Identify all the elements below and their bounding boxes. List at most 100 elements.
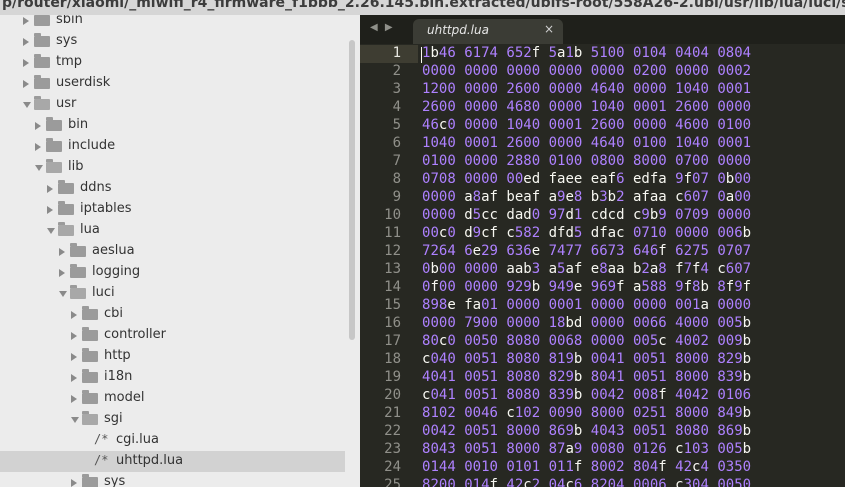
chevron-right-icon[interactable] xyxy=(47,206,53,214)
line-number: 10 xyxy=(384,207,401,223)
tree-folder-item[interactable]: sys xyxy=(0,31,348,52)
chevron-right-icon[interactable] xyxy=(71,479,77,487)
tree-file-item[interactable]: /* uhttpd.lua xyxy=(0,451,345,472)
line-number-gutter: 1 2 3 4 5 6 7 8 9 10 11 12 13 14 15 16 17 18 19 20 21 22 23 24 2… xyxy=(360,44,418,487)
tree-folder-item[interactable]: sbin xyxy=(0,15,348,31)
code-line[interactable]: 2600 0000 4680 0000 1040 0001 2600 0000 xyxy=(422,99,751,115)
code-line[interactable]: 0000 0000 0000 0000 0000 0200 0000 0002 xyxy=(422,63,751,79)
tree-folder-item[interactable]: iptables xyxy=(0,199,348,220)
code-line[interactable]: 8043 0051 8000 87a9 0080 0126 c103 005b xyxy=(422,441,751,457)
chevron-down-icon[interactable] xyxy=(71,417,79,423)
tree-item-label: usr xyxy=(56,96,77,111)
tree-folder-item[interactable]: sys xyxy=(0,472,348,487)
code-line[interactable]: 1040 0001 2600 0000 4640 0100 1040 0001 xyxy=(422,135,751,151)
chevron-down-icon[interactable] xyxy=(35,165,43,171)
line-number: 14 xyxy=(384,279,401,295)
close-icon[interactable]: × xyxy=(544,22,554,36)
chevron-right-icon[interactable] xyxy=(23,80,29,88)
folder-open-icon xyxy=(70,285,86,299)
tree-folder-item[interactable]: include xyxy=(0,136,348,157)
line-number: 22 xyxy=(384,423,401,439)
code-line[interactable]: 00c0 d9cf c582 dfd5 dfac 0710 0000 006b xyxy=(422,225,751,241)
chevron-right-icon[interactable] xyxy=(23,17,29,25)
text-cursor xyxy=(421,47,422,63)
chevron-right-icon[interactable] xyxy=(23,38,29,46)
line-number: 7 xyxy=(392,153,401,169)
tree-item-label: bin xyxy=(68,117,89,132)
tree-folder-item[interactable]: tmp xyxy=(0,52,348,73)
code-line[interactable]: c041 0051 8080 839b 0042 008f 4042 0106 xyxy=(422,387,751,403)
chevron-right-icon[interactable] xyxy=(71,311,77,319)
code-line[interactable]: 0144 0010 0101 011f 8002 804f 42c4 0350 xyxy=(422,459,751,475)
tree-item-label: tmp xyxy=(56,54,83,69)
code-line[interactable]: 0708 0000 00ed faee eaf6 edfa 9f07 0b00 xyxy=(422,171,751,187)
chevron-right-icon[interactable] xyxy=(23,59,29,67)
code-line[interactable]: 0042 0051 8000 869b 4043 0051 8080 869b xyxy=(422,423,751,439)
tree-folder-item[interactable]: http xyxy=(0,346,348,367)
tree-folder-item[interactable]: model xyxy=(0,388,348,409)
tree-item-label: i18n xyxy=(104,369,133,384)
folder-icon xyxy=(82,306,98,320)
code-line[interactable]: 0f00 0000 929b 949e 969f a588 9f8b 8f9f xyxy=(422,279,751,295)
tab-nav-arrows[interactable]: ◀ ▶ xyxy=(370,22,395,33)
chevron-down-icon[interactable] xyxy=(47,228,55,234)
tree-folder-item[interactable]: logging xyxy=(0,262,348,283)
chevron-right-icon[interactable] xyxy=(71,332,77,340)
code-editor[interactable]: 1 2 3 4 5 6 7 8 9 10 11 12 13 14 15 16 17 18 19 20 21 22 23 24 2… xyxy=(360,44,845,487)
tree-folder-item[interactable]: sgi xyxy=(0,409,348,430)
code-line[interactable]: 0000 d5cc dad0 97d1 cdcd c9b9 0709 0000 xyxy=(422,207,751,223)
tree-item-label: lib xyxy=(68,159,84,174)
tree-folder-item[interactable]: cbi xyxy=(0,304,348,325)
tree-item-label: cbi xyxy=(104,306,124,321)
tree-folder-item[interactable]: luci xyxy=(0,283,348,304)
code-line[interactable]: 0100 0000 2880 0100 0800 8000 0700 0000 xyxy=(422,153,751,169)
tab-uhttpd-lua[interactable]: uhttpd.lua × xyxy=(413,19,563,44)
chevron-right-icon[interactable] xyxy=(71,374,77,382)
code-line[interactable]: 1200 0000 2600 0000 4640 0000 1040 0001 xyxy=(422,81,751,97)
tree-file-item[interactable]: /* cgi.lua xyxy=(0,430,348,451)
line-number: 18 xyxy=(384,351,401,367)
code-line[interactable]: 80c0 0050 8080 0068 0000 005c 4002 009b xyxy=(422,333,751,349)
tree-folder-item[interactable]: userdisk xyxy=(0,73,348,94)
sidebar-scrollbar[interactable] xyxy=(349,40,355,340)
code-line[interactable]: 8102 0046 c102 0090 8000 0251 8000 849b xyxy=(422,405,751,421)
chevron-right-icon[interactable] xyxy=(71,353,77,361)
chevron-right-icon[interactable] xyxy=(35,143,41,151)
code-line[interactable]: 1b46 6174 652f 5a1b 5100 0104 0404 0804 xyxy=(422,45,751,61)
folder-icon xyxy=(82,474,98,487)
code-line[interactable]: 898e fa01 0000 0001 0000 0000 001a 0000 xyxy=(422,297,751,313)
chevron-right-icon[interactable] xyxy=(71,395,77,403)
tree-item-label: include xyxy=(68,138,116,153)
tree-item-label: cgi.lua xyxy=(116,432,159,447)
code-line[interactable]: 46c0 0000 1040 0001 2600 0000 4600 0100 xyxy=(422,117,751,133)
sidebar-file-tree[interactable]: sbin sys tmp userdisk usr bin include lib ddns ip… xyxy=(0,15,360,487)
chevron-right-icon[interactable] xyxy=(35,122,41,130)
chevron-right-icon[interactable] xyxy=(59,248,65,256)
tree-item-label: ddns xyxy=(80,180,112,195)
window-title-bar: p/router/xiaomi/_miwifi_r4_firmware_f1bb… xyxy=(0,0,845,15)
tree-folder-item[interactable]: usr xyxy=(0,94,348,115)
tree-folder-item[interactable]: aeslua xyxy=(0,241,348,262)
tree-folder-item[interactable]: i18n xyxy=(0,367,348,388)
tree-folder-item[interactable]: controller xyxy=(0,325,348,346)
tree-folder-item[interactable]: bin xyxy=(0,115,348,136)
chevron-down-icon[interactable] xyxy=(59,291,67,297)
window-title-path: p/router/xiaomi/_miwifi_r4_firmware_f1bb… xyxy=(2,0,845,11)
chevron-right-icon[interactable] xyxy=(47,185,53,193)
code-line[interactable]: 7264 6e29 636e 7477 6673 646f 6275 0707 xyxy=(422,243,751,259)
chevron-down-icon[interactable] xyxy=(23,102,31,108)
tree-folder-item[interactable]: lua xyxy=(0,220,348,241)
code-line[interactable]: 0000 7900 0000 18bd 0000 0066 4000 005b xyxy=(422,315,751,331)
line-number: 15 xyxy=(384,297,401,313)
folder-open-icon xyxy=(46,159,62,173)
tree-folder-item[interactable]: lib xyxy=(0,157,348,178)
tree-folder-item[interactable]: ddns xyxy=(0,178,348,199)
code-line[interactable]: 4041 0051 8080 829b 8041 0051 8000 839b xyxy=(422,369,751,385)
line-number: 12 xyxy=(384,243,401,259)
code-line[interactable]: 0b00 0000 aab3 a5af e8aa b2a8 f7f4 c607 xyxy=(422,261,751,277)
code-line[interactable]: 0000 a8af beaf a9e8 b3b2 afaa c607 0a00 xyxy=(422,189,751,205)
chevron-right-icon[interactable] xyxy=(59,269,65,277)
code-line[interactable]: c040 0051 8080 819b 0041 0051 8000 829b xyxy=(422,351,751,367)
tree-item-label: userdisk xyxy=(56,75,111,90)
code-line[interactable]: 8200 014f 42c2 04c6 8204 0006 c304 0050 xyxy=(422,477,751,487)
